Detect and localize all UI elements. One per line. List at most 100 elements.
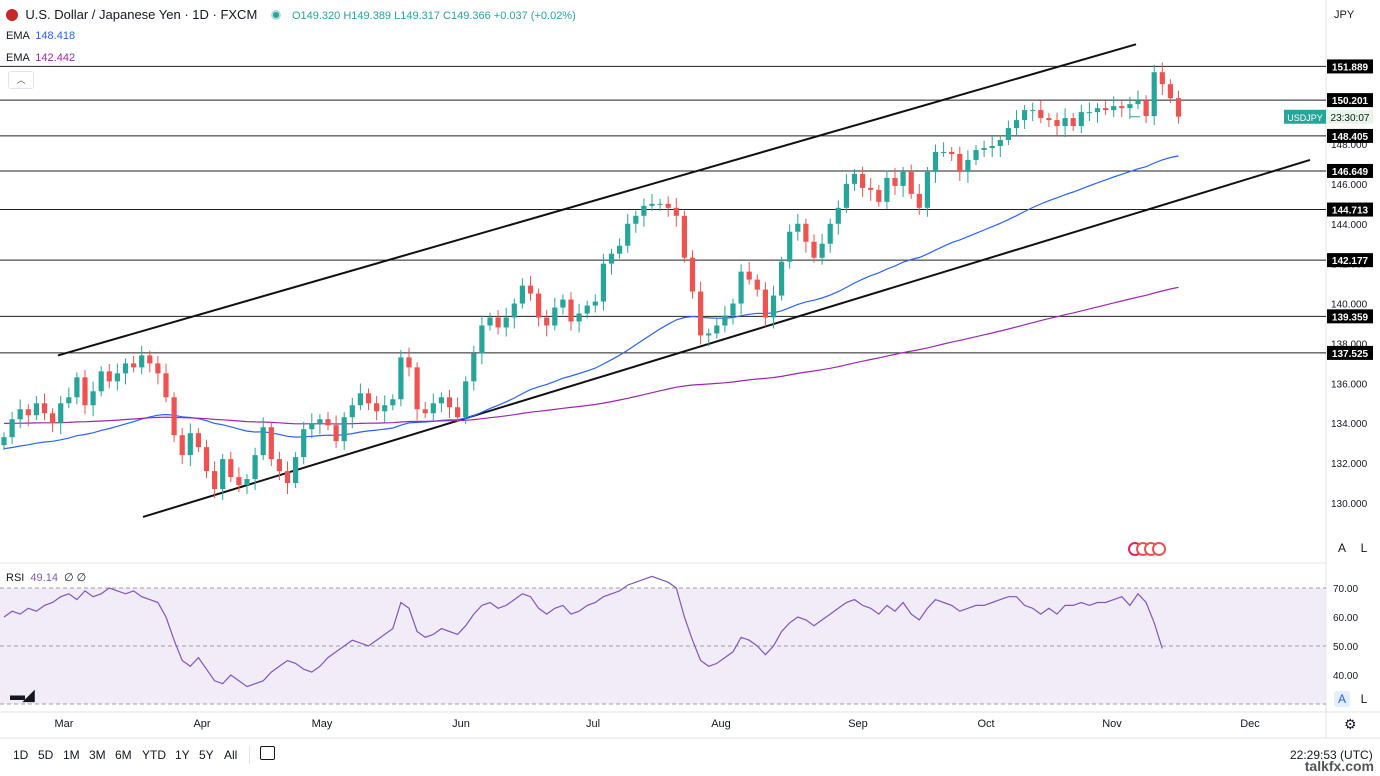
candle [649, 194, 655, 211]
candle-body [203, 447, 210, 472]
x-tick-label: Jun [452, 718, 470, 730]
symbol-title[interactable]: U.S. Dollar / Japanese Yen · 1D · FXCM [25, 7, 257, 22]
candle [868, 178, 874, 201]
ohlc-values: O149.320 H149.389 L149.317 C149.366 +0.0… [291, 10, 576, 22]
candle-body [406, 357, 412, 368]
candle [511, 298, 517, 329]
level-tag-label: 151.889 [1332, 62, 1369, 73]
candle-body [9, 419, 15, 438]
ema2-legend[interactable]: EMA 142.442 [6, 52, 75, 64]
candle [131, 356, 137, 373]
candle [617, 238, 623, 259]
rsi-log-scale-button[interactable]: L [1356, 691, 1372, 707]
ema1-legend[interactable]: EMA 148.418 [6, 30, 75, 42]
level-tag-label: 144.713 [1332, 206, 1369, 217]
candle-body [187, 433, 193, 456]
level-tag-label: 137.525 [1332, 349, 1369, 360]
candle-body [471, 353, 477, 382]
settings-gear-icon[interactable]: ⚙ [1344, 716, 1357, 733]
candle-body [333, 425, 339, 442]
candle-body [171, 397, 177, 436]
candle [965, 150, 971, 183]
timeframe-5d[interactable]: 5D [38, 748, 53, 762]
candle [301, 421, 307, 465]
calendar-icon[interactable] [260, 746, 275, 760]
candle-body [293, 457, 299, 484]
candle-body [1159, 72, 1165, 85]
ema-slow-line [3, 286, 1179, 425]
candle [41, 393, 48, 421]
candle-body [90, 391, 96, 406]
candle [82, 369, 88, 415]
candle-body [860, 173, 866, 188]
candle-body [487, 317, 493, 326]
candle [446, 389, 453, 419]
candle [665, 196, 671, 217]
x-tick-label: Nov [1102, 718, 1122, 730]
candle [981, 140, 987, 157]
candle [1046, 113, 1052, 128]
candle-body [560, 299, 566, 308]
candle-body [1135, 100, 1141, 105]
candle-body [689, 257, 696, 292]
candle-body [770, 295, 777, 318]
candle [811, 234, 817, 263]
candle [787, 224, 793, 269]
candle-body [1143, 100, 1149, 117]
candle-body [236, 477, 242, 486]
x-tick-label: Aug [711, 718, 731, 730]
timeframe-1d[interactable]: 1D [13, 748, 28, 762]
rsi-y-tick-label: 50.00 [1333, 642, 1358, 653]
candle [714, 318, 720, 339]
candle [1078, 104, 1084, 134]
candle [155, 356, 161, 385]
tradingview-logo-icon[interactable]: ▬◢ [10, 686, 35, 704]
rsi-auto-scale-button[interactable]: A [1334, 691, 1350, 707]
candle-body [382, 405, 388, 412]
log-scale-button[interactable]: L [1356, 540, 1372, 556]
candle [762, 282, 768, 327]
currency-label[interactable]: JPY [1334, 9, 1354, 21]
candle-body [795, 223, 801, 232]
timeframe-3m[interactable]: 3M [89, 748, 106, 762]
candle [293, 452, 299, 489]
timeframe-1m[interactable]: 1M [63, 748, 80, 762]
candle [519, 278, 525, 309]
level-tag-label: 142.177 [1332, 256, 1369, 267]
rsi-extra: ∅ ∅ [64, 572, 87, 584]
collapse-legend-button[interactable]: ︿ [8, 71, 34, 89]
candle-body [422, 409, 428, 414]
timeframe-5y[interactable]: 5Y [199, 748, 214, 762]
chart-canvas[interactable]: 130.000132.000134.000136.000138.000140.0… [0, 0, 1380, 776]
candle [827, 218, 833, 253]
candle [1103, 100, 1109, 116]
economic-events-icon[interactable] [1128, 542, 1168, 558]
candle [997, 135, 1003, 157]
rsi-legend[interactable]: RSI 49.14 ∅ ∅ [6, 571, 86, 584]
candle [260, 417, 266, 461]
candle-body [114, 373, 120, 382]
candle-body [1151, 72, 1157, 117]
y-tick-label: 136.000 [1331, 379, 1368, 390]
timeframe-all[interactable]: All [224, 748, 237, 762]
candle [989, 136, 995, 157]
candle [641, 198, 647, 227]
auto-scale-button[interactable]: A [1334, 540, 1350, 556]
candle [576, 303, 582, 333]
timeframe-1y[interactable]: 1Y [175, 748, 190, 762]
timeframe-ytd[interactable]: YTD [142, 748, 166, 762]
candle-body [957, 153, 963, 172]
timeframe-6m[interactable]: 6M [115, 748, 132, 762]
candle-body [260, 427, 266, 456]
candle [9, 411, 15, 445]
ema2-label: EMA [6, 52, 30, 64]
ema1-value: 148.418 [35, 30, 76, 42]
candle-body [1119, 106, 1125, 109]
candle [114, 363, 120, 391]
candle-body [892, 177, 898, 186]
candle [552, 297, 558, 331]
candle-body [66, 397, 72, 404]
level-tag-label: 150.201 [1332, 96, 1369, 107]
candle-body [1086, 112, 1092, 114]
candle [1005, 120, 1011, 145]
